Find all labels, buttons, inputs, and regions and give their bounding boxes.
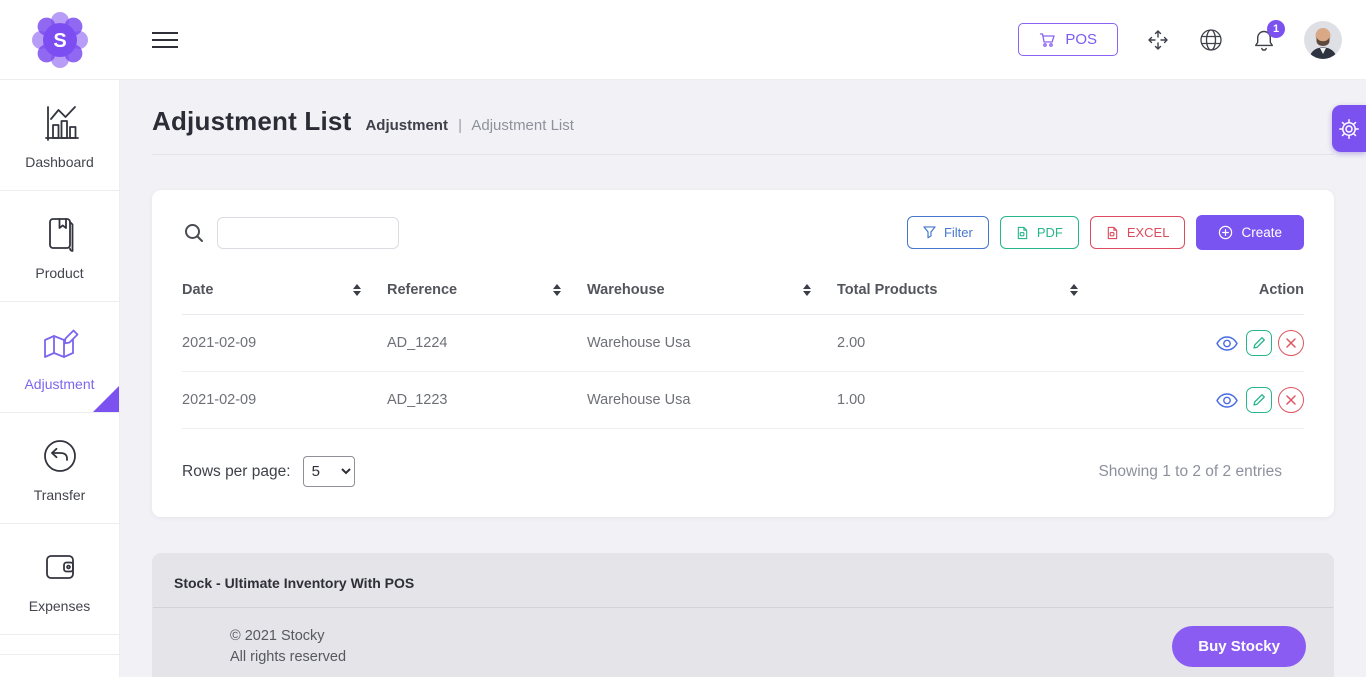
column-header-reference[interactable]: Reference <box>387 282 587 315</box>
excel-button-label: EXCEL <box>1127 225 1170 240</box>
buy-stocky-button[interactable]: Buy Stocky <box>1172 626 1306 667</box>
view-button[interactable] <box>1214 330 1240 356</box>
table-header-row: Date Reference Warehouse Total Products <box>182 282 1304 315</box>
sort-icon[interactable] <box>553 284 561 296</box>
column-header-total-products[interactable]: Total Products <box>837 282 1104 315</box>
column-header-action: Action <box>1104 282 1304 315</box>
undo-arrow-icon <box>38 434 82 478</box>
cell-reference: AD_1223 <box>387 372 587 429</box>
fullscreen-button[interactable] <box>1145 27 1171 53</box>
sidebar-item-label: Transfer <box>34 487 86 503</box>
table-row: 2021-02-09 AD_1223 Warehouse Usa 1.00 <box>182 372 1304 429</box>
eye-icon <box>1215 393 1239 408</box>
sidebar-spacer <box>0 635 119 655</box>
adjustment-list-card: Filter PDF <box>152 190 1334 517</box>
footer-title: Stock - Ultimate Inventory With POS <box>152 553 1334 607</box>
pos-button-label: POS <box>1065 31 1097 48</box>
top-header: S POS <box>0 0 1366 80</box>
showing-entries-text: Showing 1 to 2 of 2 entries <box>1098 463 1282 481</box>
pdf-export-button[interactable]: PDF <box>1000 216 1079 249</box>
pencil-square-icon <box>1252 393 1266 407</box>
cell-warehouse: Warehouse Usa <box>587 372 837 429</box>
cell-warehouse: Warehouse Usa <box>587 315 837 372</box>
file-icon <box>1016 226 1029 240</box>
cart-icon <box>1039 32 1056 48</box>
file-icon <box>1106 226 1119 240</box>
arrows-expand-icon <box>1146 28 1170 52</box>
bar-chart-icon <box>38 101 82 145</box>
sidebar-nav: Dashboard Product Adjustment <box>0 80 120 677</box>
sidebar-item-dashboard[interactable]: Dashboard <box>0 80 119 191</box>
filter-button-label: Filter <box>944 225 973 240</box>
notifications-button[interactable]: 1 <box>1251 27 1277 53</box>
magnifier-icon <box>182 221 206 245</box>
create-button-label: Create <box>1241 225 1282 240</box>
map-edit-icon <box>38 323 82 367</box>
filter-button[interactable]: Filter <box>907 216 989 249</box>
wallet-icon <box>38 545 82 589</box>
sidebar-item-product[interactable]: Product <box>0 191 119 302</box>
sidebar-item-transfer[interactable]: Transfer <box>0 413 119 524</box>
notification-badge: 1 <box>1267 20 1285 38</box>
x-circle-icon <box>1285 394 1297 406</box>
pos-button[interactable]: POS <box>1018 23 1118 56</box>
page-title: Adjustment List <box>152 106 351 137</box>
create-button[interactable]: Create <box>1196 215 1304 250</box>
rows-per-page-select[interactable]: 5 <box>303 456 355 487</box>
avatar-image <box>1304 21 1342 59</box>
eye-icon <box>1215 336 1239 351</box>
column-header-warehouse[interactable]: Warehouse <box>587 282 837 315</box>
edit-button[interactable] <box>1246 387 1272 413</box>
flower-s-icon: S <box>32 12 88 68</box>
excel-export-button[interactable]: EXCEL <box>1090 216 1186 249</box>
sort-icon[interactable] <box>1070 284 1078 296</box>
cell-date: 2021-02-09 <box>182 372 387 429</box>
settings-button[interactable] <box>1332 105 1366 152</box>
header-divider <box>152 154 1334 155</box>
pdf-button-label: PDF <box>1037 225 1063 240</box>
plus-circle-icon <box>1218 225 1233 240</box>
sidebar-item-label: Product <box>35 265 83 281</box>
table-row: 2021-02-09 AD_1224 Warehouse Usa 2.00 <box>182 315 1304 372</box>
cell-reference: AD_1224 <box>387 315 587 372</box>
breadcrumb-current: Adjustment List <box>471 117 574 134</box>
hamburger-icon[interactable] <box>152 27 178 53</box>
book-icon <box>38 212 82 256</box>
delete-button[interactable] <box>1278 387 1304 413</box>
funnel-icon <box>923 226 936 239</box>
x-circle-icon <box>1285 337 1297 349</box>
sidebar-item-adjustment[interactable]: Adjustment <box>0 302 119 413</box>
rights-text: All rights reserved <box>230 647 346 668</box>
sidebar-item-label: Expenses <box>29 598 90 614</box>
search-input[interactable] <box>217 217 399 249</box>
adjustments-table: Date Reference Warehouse Total Products <box>182 282 1304 429</box>
gear-icon <box>1338 118 1360 140</box>
breadcrumb-separator: | <box>458 117 462 134</box>
sort-icon[interactable] <box>353 284 361 296</box>
column-header-date[interactable]: Date <box>182 282 387 315</box>
sort-icon[interactable] <box>803 284 811 296</box>
delete-button[interactable] <box>1278 330 1304 356</box>
view-button[interactable] <box>1214 387 1240 413</box>
edit-button[interactable] <box>1246 330 1272 356</box>
app-logo[interactable]: S <box>0 12 120 68</box>
cell-total-products: 1.00 <box>837 372 1104 429</box>
language-button[interactable] <box>1198 27 1224 53</box>
cell-date: 2021-02-09 <box>182 315 387 372</box>
sidebar-item-expenses[interactable]: Expenses <box>0 524 119 635</box>
svg-text:S: S <box>53 30 66 52</box>
globe-icon <box>1198 27 1224 53</box>
copyright-text: © 2021 Stocky <box>230 626 346 647</box>
pencil-square-icon <box>1252 336 1266 350</box>
rows-per-page-label: Rows per page: <box>182 463 291 481</box>
sidebar-item-label: Adjustment <box>24 376 94 392</box>
breadcrumb: Adjustment | Adjustment List <box>365 117 573 134</box>
sidebar-item-label: Dashboard <box>25 154 94 170</box>
breadcrumb-section[interactable]: Adjustment <box>365 117 448 134</box>
user-avatar[interactable] <box>1304 21 1342 59</box>
page-footer: Stock - Ultimate Inventory With POS © 20… <box>152 553 1334 677</box>
main-content: Adjustment List Adjustment | Adjustment … <box>120 80 1366 677</box>
cell-total-products: 2.00 <box>837 315 1104 372</box>
